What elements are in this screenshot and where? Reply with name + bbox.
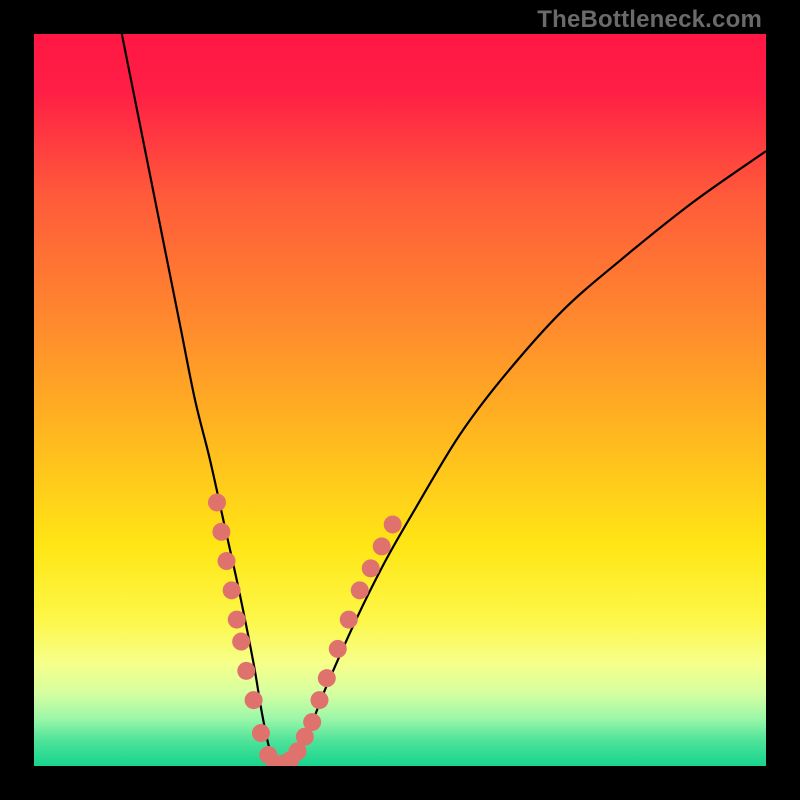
watermark-text: TheBottleneck.com <box>537 6 762 34</box>
marker-dot <box>245 691 263 709</box>
chart-frame: TheBottleneck.com <box>0 0 800 800</box>
marker-dot <box>232 633 250 651</box>
marker-dot <box>318 669 336 687</box>
curve-layer <box>34 34 766 766</box>
plot-area <box>34 34 766 766</box>
marker-dot <box>373 537 391 555</box>
marker-dot <box>351 581 369 599</box>
marker-dot <box>228 611 246 629</box>
marker-dot <box>329 640 347 658</box>
marker-dot <box>223 581 241 599</box>
marker-dot <box>212 523 230 541</box>
marker-dot <box>384 515 402 533</box>
bottleneck-curve <box>122 34 766 766</box>
marker-dot <box>218 552 236 570</box>
curve-markers <box>208 493 402 766</box>
marker-dot <box>208 493 226 511</box>
marker-dot <box>252 724 270 742</box>
marker-dot <box>237 662 255 680</box>
marker-dot <box>310 691 328 709</box>
marker-dot <box>362 559 380 577</box>
marker-dot <box>340 611 358 629</box>
marker-dot <box>303 713 321 731</box>
